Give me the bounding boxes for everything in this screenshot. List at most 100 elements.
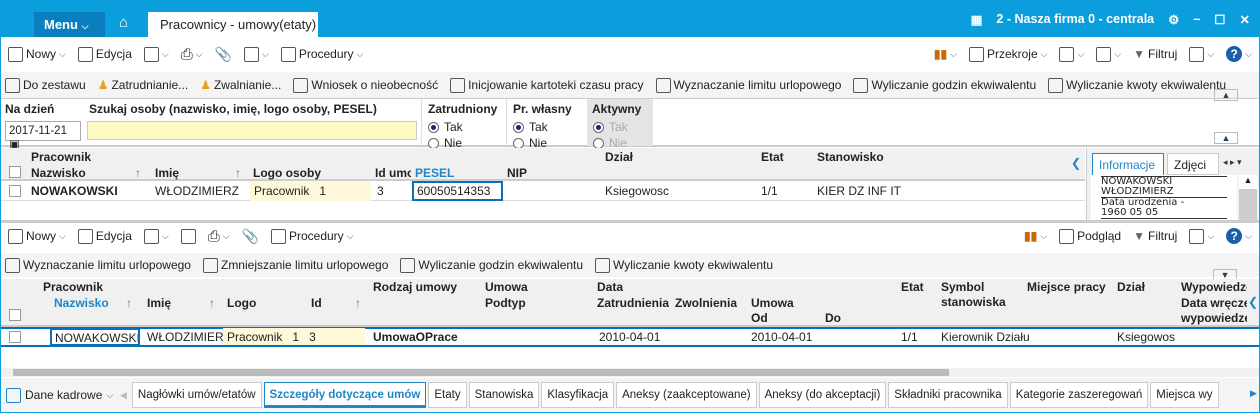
action-fire[interactable]: ♟ Zwalnianie...: [196, 78, 285, 92]
help-button[interactable]: ? ⌵: [1222, 46, 1256, 62]
collapse-left-icon[interactable]: ❮: [1248, 295, 1258, 309]
docs-button[interactable]: ⌵: [240, 46, 273, 62]
action-vacation-limit-lower[interactable]: Wyznaczanie limitu urlopowego: [1, 257, 195, 273]
print-button-lower[interactable]: ⎙ ⌵: [204, 228, 234, 245]
employed-yes-radio[interactable]: Tak: [428, 119, 505, 135]
col-name[interactable]: Imię: [147, 296, 171, 310]
col-surname[interactable]: Nazwisko: [31, 166, 86, 180]
col-workplace[interactable]: Miejsce pracy: [1027, 280, 1106, 294]
action-equiv-hours-lower[interactable]: Wyliczanie godzin ekwiwalentu: [396, 257, 587, 273]
col-notice[interactable]: Wypowiedzen: [1181, 280, 1247, 294]
table-row[interactable]: NOWAKOWSKI WŁODZIMIERZ Pracownik 1 3 Umo…: [1, 327, 1259, 347]
col-position-symbol[interactable]: Symbol stanowiska: [941, 280, 1021, 310]
tab-etaty[interactable]: Etaty: [428, 382, 467, 408]
search-input[interactable]: [87, 121, 417, 140]
col-id[interactable]: Id umo: [375, 166, 411, 180]
collapse-left-icon[interactable]: ❮: [1071, 156, 1081, 170]
warning-button[interactable]: ⌵: [1092, 46, 1125, 62]
tab-pay-categories[interactable]: Kategorie zaszeregowań: [1009, 382, 1149, 408]
col-etat[interactable]: Etat: [901, 280, 924, 294]
sections-button[interactable]: Przekroje ⌵: [965, 46, 1052, 62]
company-selector[interactable]: 2 - Nasza firma 0 - centrala: [996, 12, 1154, 26]
export-button[interactable]: ⌵: [1055, 46, 1088, 62]
action-absence[interactable]: Wniosek o nieobecność: [289, 77, 442, 93]
menu-button[interactable]: Menu ⌵: [34, 12, 105, 37]
own-yes-radio[interactable]: Tak: [513, 119, 586, 135]
procedures-button[interactable]: Procedury ⌵: [277, 46, 368, 62]
action-init-card[interactable]: Inicjowanie kartoteki czasu pracy: [446, 77, 647, 93]
home-icon[interactable]: ⌂: [119, 14, 135, 32]
attach-button[interactable]: 📎: [211, 46, 236, 63]
dane-kadrowe-dropdown[interactable]: Dane kadrowe ⌵: [6, 387, 118, 403]
select-all-checkbox[interactable]: [9, 166, 21, 178]
col-nip[interactable]: NIP: [507, 166, 527, 180]
tab-pracownicy-umowy[interactable]: Pracownicy - umowy(etaty): [148, 12, 318, 37]
tab-scroll-arrows[interactable]: ◂ ▸ ▾: [1223, 157, 1242, 168]
action-do-zestawu[interactable]: Do zestawu: [1, 77, 90, 93]
col-name[interactable]: Imię: [155, 166, 179, 180]
action-vacation-limit[interactable]: Wyznaczanie limitu urlopowego: [652, 77, 846, 93]
photo-tab[interactable]: Zdjęci: [1167, 153, 1219, 175]
col-contract-type[interactable]: Rodzaj umowy: [373, 280, 457, 294]
col-hire-date[interactable]: Zatrudnienia: [597, 296, 669, 310]
tab-klasyfikacja[interactable]: Klasyfikacja: [541, 382, 615, 408]
preview-button[interactable]: ⌵: [140, 46, 173, 62]
filter-button-lower[interactable]: ▼ Filtruj: [1129, 229, 1181, 243]
col-to[interactable]: Do: [825, 311, 841, 325]
col-pesel[interactable]: PESEL: [415, 166, 454, 180]
col-logo[interactable]: Logo osoby: [253, 166, 321, 180]
tab-stanowiska[interactable]: Stanowiska: [468, 382, 540, 408]
help-button-lower[interactable]: ? ⌵: [1222, 228, 1256, 244]
cell-surname[interactable]: NOWAKOWSKI: [50, 328, 140, 346]
close-icon[interactable]: ✕: [1240, 12, 1250, 27]
filter-button[interactable]: ▼ Filtruj: [1129, 47, 1181, 61]
procedures-button-lower[interactable]: Procedury ⌵: [267, 228, 358, 244]
col-logo[interactable]: Logo: [227, 296, 256, 310]
new-button-lower[interactable]: Nowy ⌵: [4, 228, 70, 244]
apps-grid-icon[interactable]: ▦: [971, 12, 983, 27]
horizontal-scrollbar[interactable]: [1, 368, 1259, 377]
splitter[interactable]: [1, 220, 1259, 223]
col-id[interactable]: Id: [311, 296, 322, 310]
table-row[interactable]: NOWAKOWSKI WŁODZIMIERZ Pracownik 1 3 600…: [1, 181, 1085, 201]
scrollbar-thumb[interactable]: [13, 369, 949, 376]
minimize-icon[interactable]: –: [1193, 12, 1200, 26]
chart-button-lower[interactable]: ▮▮ ⌵: [1020, 229, 1051, 243]
action-reduce-limit[interactable]: Zmniejszanie limitu urlopowego: [199, 257, 392, 273]
col-dismissal-date[interactable]: Zwolnienia: [675, 296, 737, 310]
info-tab[interactable]: Informacje: [1092, 153, 1164, 175]
tab-contract-headers[interactable]: Nagłówki umów/etatów: [131, 382, 262, 408]
info-scrollbar[interactable]: ▲: [1239, 175, 1257, 220]
action-equiv-hours[interactable]: Wyliczanie godzin ekwiwalentu: [849, 77, 1040, 93]
action-equiv-amount[interactable]: Wyliczanie kwoty ekwiwalentu: [1044, 77, 1230, 93]
cell-pesel[interactable]: 60050514353: [412, 181, 503, 201]
row-checkbox[interactable]: [9, 185, 21, 197]
row-checkbox[interactable]: [9, 331, 21, 343]
layout-button[interactable]: ⌵: [1185, 46, 1218, 62]
action-equiv-amount-lower[interactable]: Wyliczanie kwoty ekwiwalentu: [591, 257, 777, 273]
col-position[interactable]: Stanowisko: [817, 150, 884, 164]
tab-workplaces[interactable]: Miejsca wy: [1150, 382, 1219, 408]
preview-button-lower[interactable]: ⌵: [140, 228, 173, 244]
tab-annexes-accepted[interactable]: Aneksy (zaakceptowane): [616, 382, 757, 408]
action-hire[interactable]: ♟ Zatrudnianie...: [94, 78, 192, 92]
maximize-icon[interactable]: ☐: [1214, 12, 1225, 27]
edit-button[interactable]: Edycja: [74, 46, 136, 62]
edit-button-lower[interactable]: Edycja: [74, 228, 136, 244]
preview-pane-button[interactable]: Podgląd: [1055, 228, 1125, 244]
col-subtype[interactable]: Podtyp: [485, 296, 526, 310]
col-dept[interactable]: Dział: [605, 150, 633, 164]
chart-button[interactable]: ▮▮ ⌵: [930, 47, 961, 61]
col-etat[interactable]: Etat: [761, 150, 784, 164]
tabs-scroll-right-icon[interactable]: ▶: [1250, 388, 1257, 399]
tab-employee-components[interactable]: Składniki pracownika: [888, 382, 1008, 408]
new-button[interactable]: Nowy ⌵: [4, 46, 70, 62]
col-dept[interactable]: Dział: [1117, 280, 1145, 294]
col-notice-date[interactable]: Data wręczen: [1181, 296, 1247, 310]
delete-button-lower[interactable]: [177, 228, 200, 244]
layout-button-lower[interactable]: ⌵: [1185, 228, 1218, 244]
print-button[interactable]: ⎙ ⌵: [177, 46, 207, 63]
attach-button-lower[interactable]: 📎: [238, 228, 263, 245]
col-from[interactable]: Od: [751, 311, 768, 325]
tab-contract-details[interactable]: Szczegóły dotyczące umów: [263, 382, 427, 408]
